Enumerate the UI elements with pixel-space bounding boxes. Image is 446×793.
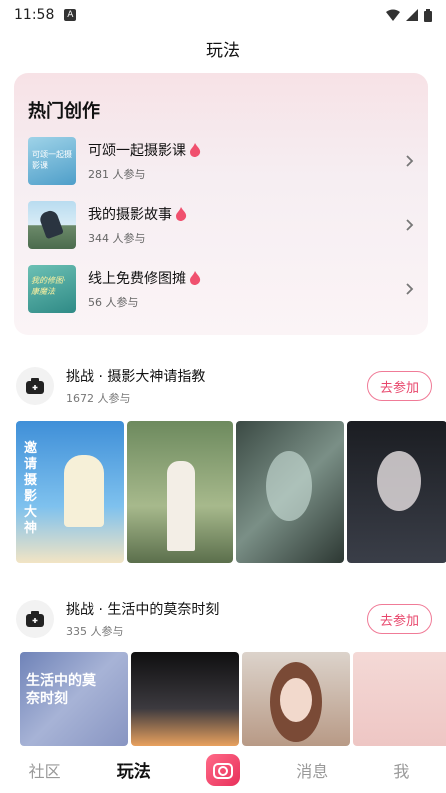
fire-icon (176, 207, 187, 221)
status-icons (386, 8, 432, 22)
tab-messages[interactable]: 消息 (268, 758, 357, 782)
hot-item-count: 56 人参与 (88, 296, 139, 309)
title-bar: 玩法 (0, 30, 446, 66)
hot-item-count: 281 人参与 (88, 168, 146, 181)
challenge-photo[interactable] (127, 421, 233, 563)
challenge-header-photography-master: 挑战 · 摄影大神请指教 1672 人参与 去参加 (16, 364, 432, 408)
challenge-photo[interactable] (236, 421, 344, 563)
challenge-title: 挑战 · 摄影大神请指教 (66, 369, 206, 385)
hot-item-free-retouch[interactable]: 我的修图·康魔法 线上免费修图摊 56 人参与 (28, 264, 420, 314)
thumbnail-caption: 我的修图·康魔法 (31, 276, 66, 296)
page-title: 玩法 (206, 40, 240, 61)
poster-caption: 生活中的莫奈时刻 (26, 673, 96, 707)
challenge-poster-photo[interactable]: 生活中的莫奈时刻 (20, 652, 128, 746)
hot-item-thumbnail: 我的修图·康魔法 (28, 265, 76, 313)
chevron-right-icon (400, 215, 420, 235)
challenge-camera-icon (16, 600, 54, 638)
challenge-photo[interactable] (353, 652, 446, 746)
bottom-tab-bar: 社区 玩法 消息 我 (0, 746, 446, 793)
challenge-photo[interactable] (242, 652, 350, 746)
hot-item-thumbnail (28, 201, 76, 249)
challenge-camera-icon (16, 367, 54, 405)
wifi-icon (386, 9, 400, 21)
hot-item-name: 可颂一起摄影课 (88, 140, 201, 160)
hot-creations-card: 热门创作 可颂一起摄影课 可颂一起摄影课 281 人参与 我的摄影故事 344 … (14, 73, 428, 335)
status-bar: 11:58 A (0, 0, 446, 30)
join-challenge-button[interactable]: 去参加 (366, 604, 432, 634)
hot-item-photo-story[interactable]: 我的摄影故事 344 人参与 (28, 200, 420, 250)
hot-creations-title: 热门创作 (28, 101, 100, 122)
thumbnail-caption: 可颂一起摄影课 (32, 150, 72, 170)
challenge-header-monet-moment: 挑战 · 生活中的莫奈时刻 335 人参与 去参加 (16, 597, 432, 641)
tab-camera[interactable] (178, 753, 267, 786)
camera-icon[interactable] (206, 753, 240, 786)
challenge-photo-strip: 生活中的莫奈时刻 (20, 652, 446, 746)
challenge-photo[interactable] (347, 421, 446, 563)
challenge-title: 挑战 · 生活中的莫奈时刻 (66, 602, 220, 618)
join-challenge-button[interactable]: 去参加 (366, 371, 432, 401)
challenge-photo[interactable] (131, 652, 239, 746)
tab-play[interactable]: 玩法 (89, 757, 178, 782)
challenge-count: 1672 人参与 (66, 392, 131, 405)
status-time: 11:58 (14, 7, 55, 23)
fire-icon (190, 143, 201, 157)
notification-app-icon: A (64, 9, 77, 21)
challenge-poster-photo[interactable]: 邀请摄影大神 (16, 421, 124, 563)
poster-caption: 邀请摄影大神 (24, 441, 38, 536)
hot-item-name: 我的摄影故事 (88, 204, 187, 224)
tab-community[interactable]: 社区 (0, 758, 89, 782)
hot-item-count: 344 人参与 (88, 232, 146, 245)
chevron-right-icon (400, 279, 420, 299)
hot-item-photo-class[interactable]: 可颂一起摄影课 可颂一起摄影课 281 人参与 (28, 136, 420, 186)
signal-icon (406, 9, 418, 21)
chevron-right-icon (400, 151, 420, 171)
challenge-photo-strip: 邀请摄影大神 (16, 421, 446, 563)
hot-item-thumbnail: 可颂一起摄影课 (28, 137, 76, 185)
hot-item-name: 线上免费修图摊 (88, 268, 201, 288)
fire-icon (190, 271, 201, 285)
tab-me[interactable]: 我 (357, 758, 446, 782)
battery-icon (424, 8, 432, 22)
challenge-count: 335 人参与 (66, 625, 124, 638)
